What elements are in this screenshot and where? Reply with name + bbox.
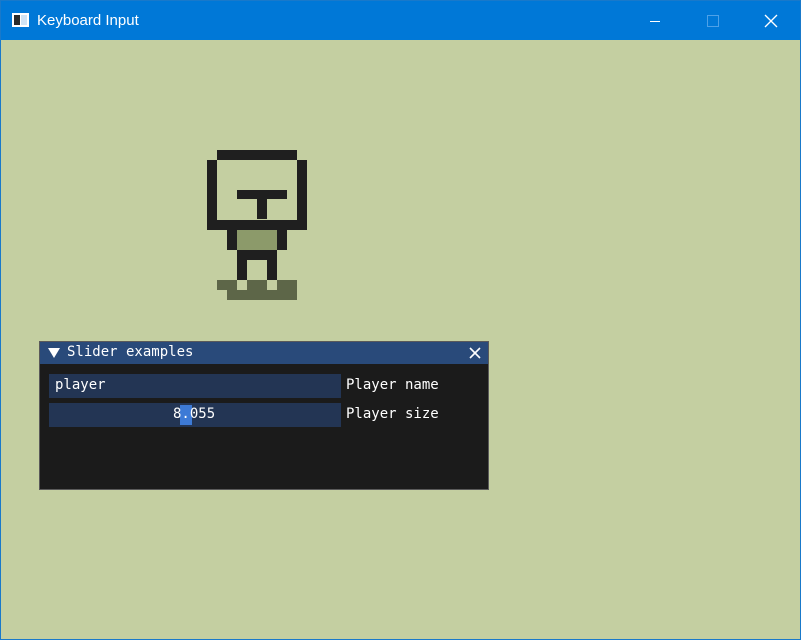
slider-examples-panel[interactable]: Slider examples player Player name 8.055…: [39, 341, 489, 490]
window-title: Keyboard Input: [37, 12, 139, 29]
player-size-label: Player size: [346, 406, 439, 422]
title-bar[interactable]: Keyboard Input: [1, 1, 800, 40]
player-size-value: 8.055: [173, 406, 216, 422]
robot-player-sprite: [207, 150, 307, 300]
player-name-input[interactable]: player: [49, 374, 341, 398]
triangle-down-icon[interactable]: [48, 347, 60, 359]
player-size-input[interactable]: 8.055: [49, 403, 341, 427]
app-window-icon: [12, 13, 29, 27]
panel-title-bar[interactable]: Slider examples: [40, 342, 488, 364]
app-window: Keyboard Input Slider examples player Pl…: [0, 0, 801, 640]
panel-title: Slider examples: [67, 344, 194, 360]
player-name-value: player: [55, 377, 106, 393]
close-window-button[interactable]: [742, 1, 800, 40]
minimize-icon: [650, 20, 660, 22]
minimize-button[interactable]: [626, 1, 684, 40]
close-icon: [764, 14, 778, 27]
maximize-button[interactable]: [684, 1, 742, 40]
player-name-label: Player name: [346, 377, 439, 393]
maximize-icon: [707, 14, 719, 27]
game-canvas[interactable]: Slider examples player Player name 8.055…: [1, 40, 800, 639]
close-icon[interactable]: [468, 346, 482, 360]
